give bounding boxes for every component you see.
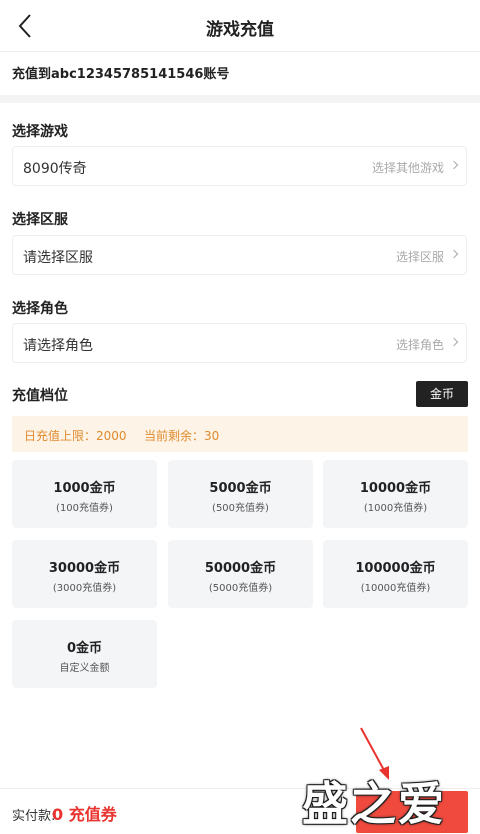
tier-amount: 100000金币	[355, 561, 436, 576]
role-selector[interactable]: 请选择角色 选择角色	[12, 323, 467, 363]
tier-voucher: (500充值券)	[212, 503, 269, 514]
page-title: 游戏充值	[206, 20, 274, 40]
tier-option[interactable]: 10000金币 (1000充值券)	[323, 460, 468, 528]
tier-voucher: (3000充值券)	[52, 583, 117, 594]
role-section-label: 选择角色	[12, 301, 68, 317]
game-selector[interactable]: 8090传奇 选择其他游戏	[12, 146, 467, 186]
tier-option[interactable]: 30000金币 (3000充值券)	[12, 540, 157, 608]
tier-section-label: 充值档位	[12, 388, 68, 404]
game-hint: 选择其他游戏	[371, 161, 444, 175]
tier-amount: 50000金币	[204, 561, 277, 576]
role-value: 请选择角色	[23, 338, 93, 354]
section-divider	[0, 95, 480, 103]
daily-limit-text: 日充值上限：2000	[24, 429, 127, 443]
tier-amount: 30000金币	[48, 561, 121, 576]
tier-amount: 1000金币	[53, 481, 116, 496]
currency-button[interactable]: 金币	[416, 381, 468, 407]
tier-option-custom[interactable]: 0金币 自定义金额	[12, 620, 157, 688]
tier-amount: 10000金币	[359, 481, 432, 496]
role-hint: 选择角色	[395, 338, 444, 352]
account-target-text: 充值到abc12345785141546账号	[12, 67, 230, 82]
chevron-right-icon	[449, 249, 459, 259]
tier-amount: 5000金币	[209, 481, 272, 496]
pay-label: 实付款:	[12, 809, 56, 824]
tier-option[interactable]: 1000金币 (100充值券)	[12, 460, 157, 528]
tier-option[interactable]: 50000金币 (5000充值券)	[168, 540, 313, 608]
chevron-right-icon	[449, 160, 459, 170]
chevron-right-icon	[449, 337, 459, 347]
server-value: 请选择区服	[23, 250, 93, 266]
daily-limit-bar: 日充值上限：2000 当前剩余：30	[12, 416, 468, 452]
watermark-logo: 盛之爱	[302, 777, 446, 831]
remaining-text: 当前剩余：30	[144, 429, 220, 443]
game-section-label: 选择游戏	[12, 124, 68, 140]
tier-option[interactable]: 5000金币 (500充值券)	[168, 460, 313, 528]
server-selector[interactable]: 请选择区服 选择区服	[12, 235, 467, 275]
tier-voucher: (5000充值券)	[208, 583, 273, 594]
game-value: 8090传奇	[23, 161, 87, 177]
server-hint: 选择区服	[395, 250, 444, 264]
top-bar: 游戏充值	[0, 0, 480, 52]
tier-voucher: (10000充值券)	[360, 583, 431, 594]
tier-custom-label: 自定义金额	[59, 663, 110, 674]
tier-voucher: (1000充值券)	[363, 503, 428, 514]
tier-amount: 0金币	[66, 641, 103, 656]
tier-voucher: (100充值券)	[56, 503, 113, 514]
pay-amount: 0 充值券	[52, 805, 117, 824]
server-section-label: 选择区服	[12, 212, 68, 228]
tier-option[interactable]: 100000金币 (10000充值券)	[323, 540, 468, 608]
